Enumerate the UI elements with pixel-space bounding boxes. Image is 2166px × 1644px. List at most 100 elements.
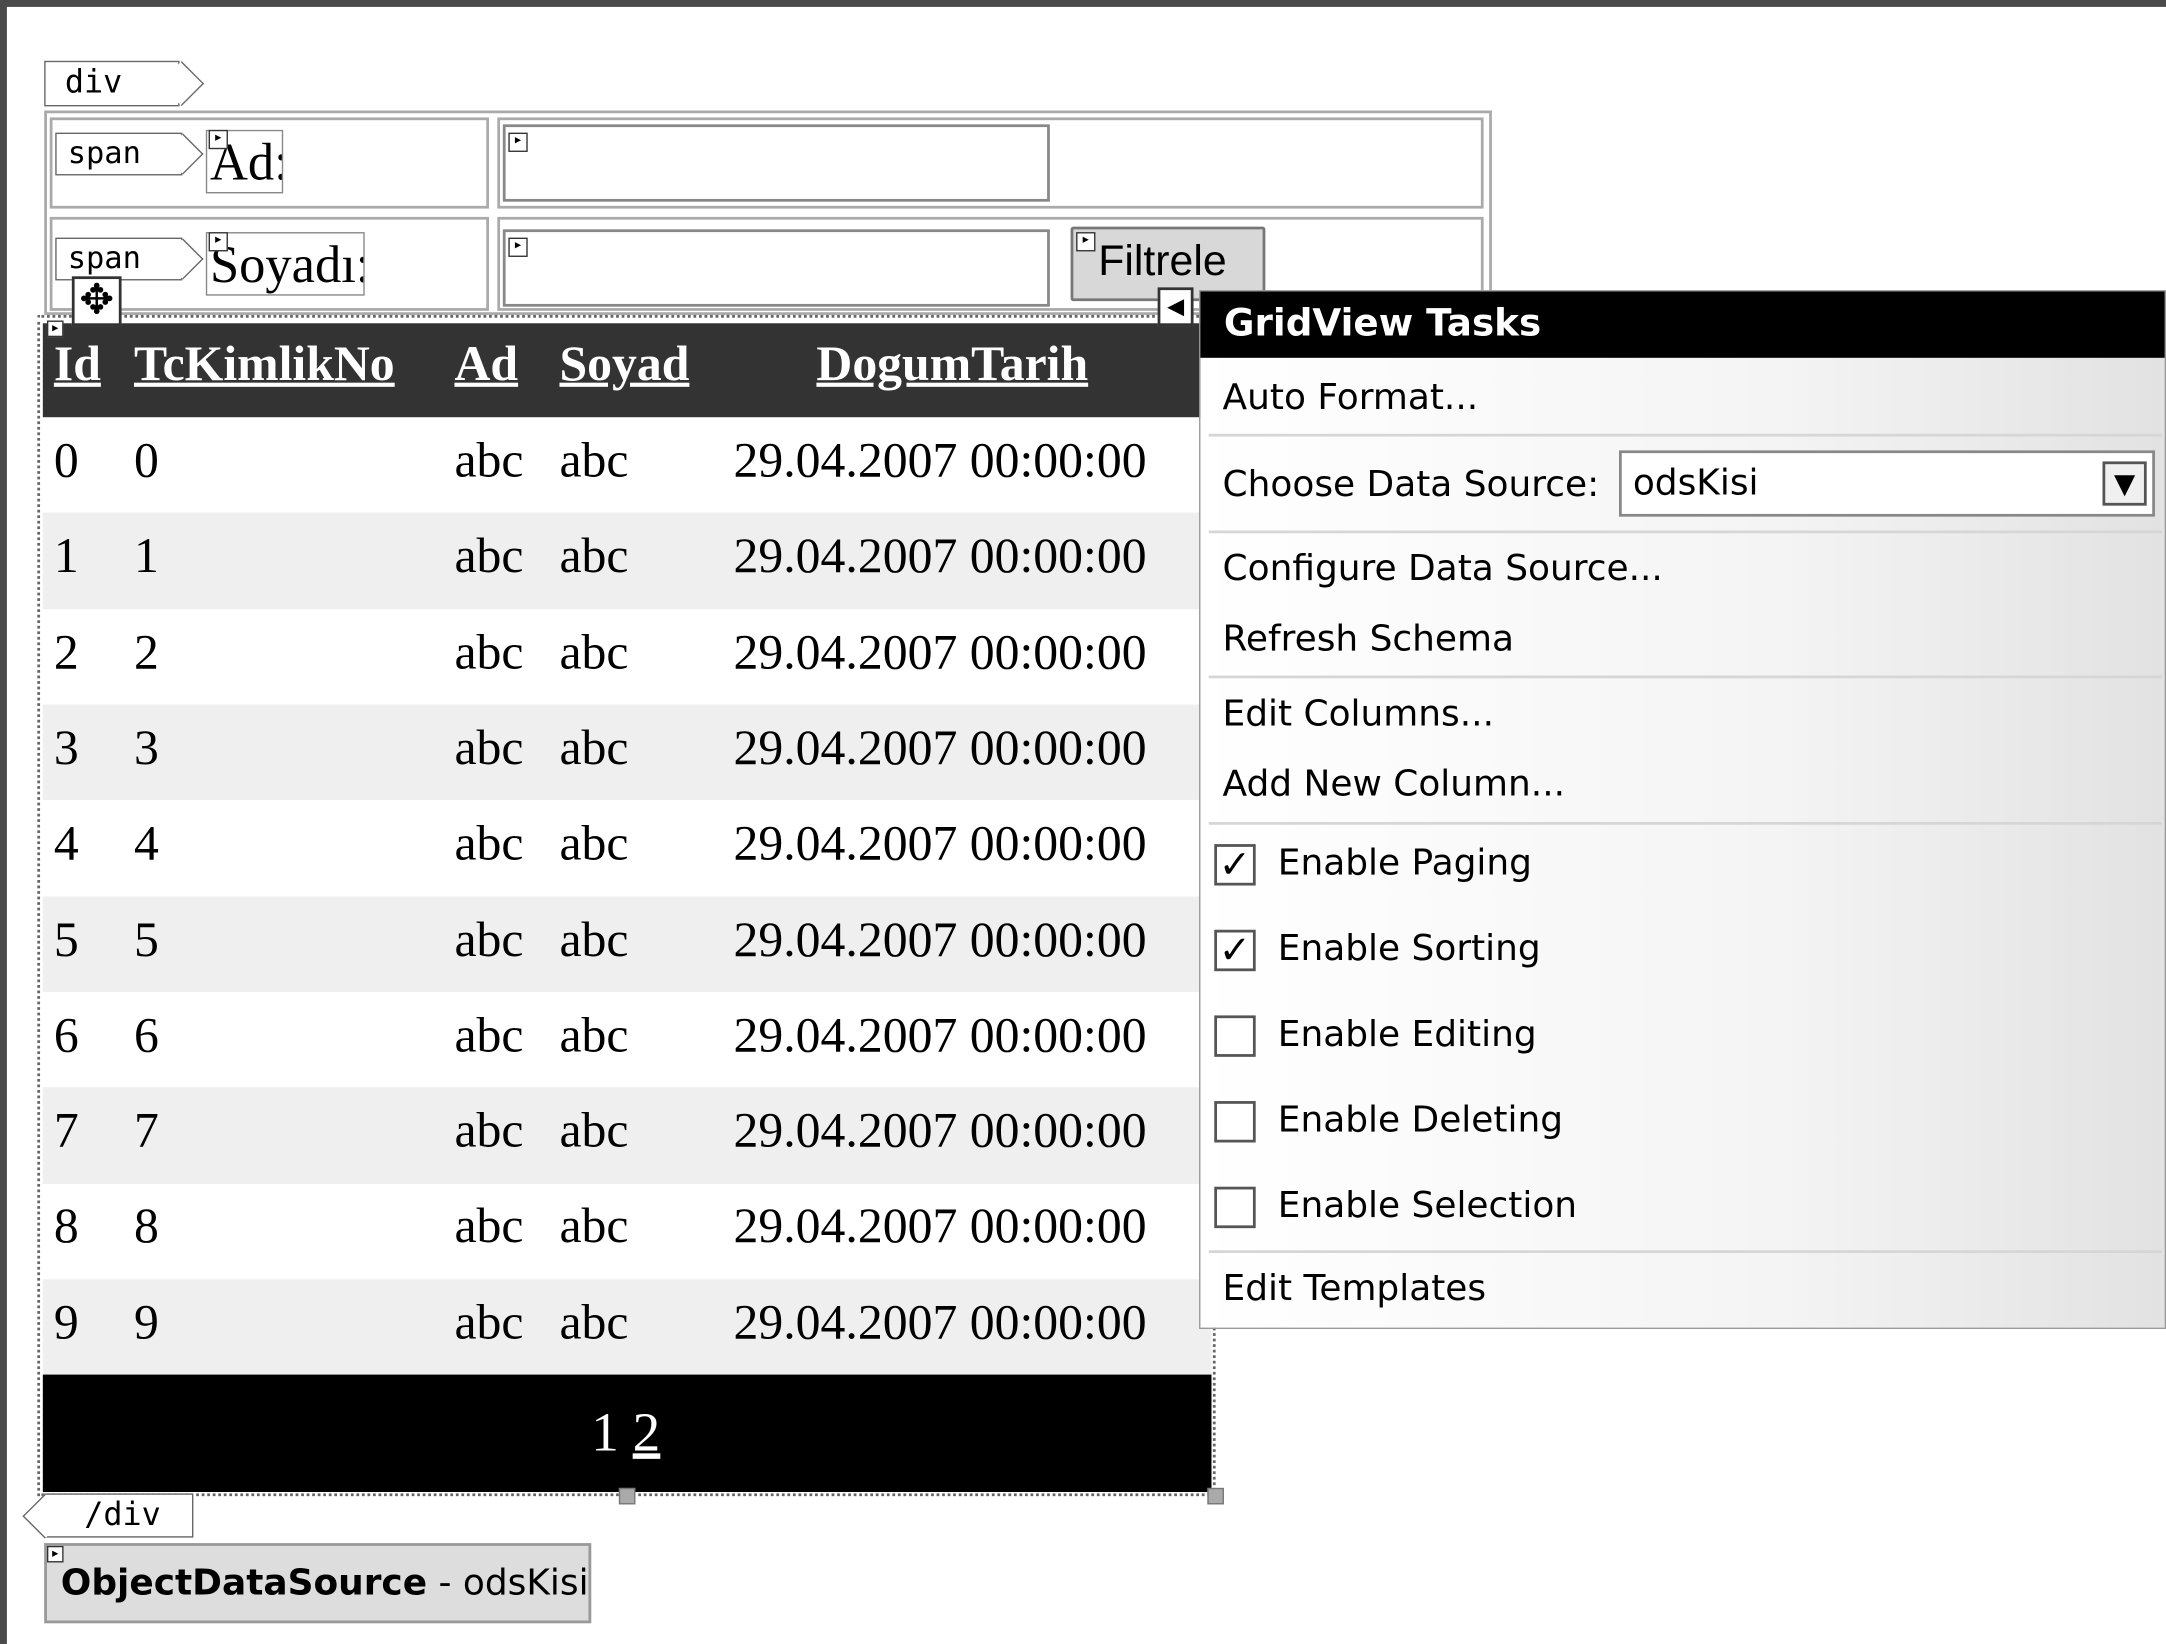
cell-ad: abc [454,1102,524,1158]
gridview-pager: 1 2 [42,1374,1212,1493]
edit-columns-link[interactable]: Edit Columns... [1223,694,1494,735]
cell-soyad: abc [559,1294,629,1350]
cell-tckimlikno: 2 [133,623,159,680]
table-row: 0 0 abc abc 29.04.2007 00:00:00 [43,417,1212,513]
checkbox-label[interactable]: Enable Deleting [1278,1100,1563,1141]
configure-data-source-link[interactable]: Configure Data Source... [1223,548,1663,589]
window-frame-top [0,0,2166,7]
separator [1208,433,2162,437]
checkbox-label[interactable]: Enable Editing [1278,1014,1537,1055]
column-header-ad[interactable]: Ad [454,334,518,392]
refresh-schema-link[interactable]: Refresh Schema [1223,619,1514,660]
cell-dogumtarih: 29.04.2007 00:00:00 [733,815,1147,871]
control-glyph-icon: ▸ [208,232,228,252]
data-source-select[interactable]: odsKisi ▼ [1619,450,2155,517]
separator [1208,821,2162,825]
checkbox-enable-deleting[interactable] [1214,1101,1256,1143]
auto-format-link[interactable]: Auto Format... [1223,377,1479,418]
column-header-id[interactable]: Id [54,334,101,392]
span-tag-soyadi[interactable]: span [55,237,183,281]
cell-tckimlikno: 9 [133,1294,159,1350]
cell-tckimlikno: 3 [133,719,159,775]
table-row: 3 3 abc abc 29.04.2007 00:00:00 [42,704,1212,801]
gridview-tasks-panel: GridView Tasks Auto Format... Choose Dat… [1199,290,2166,1330]
cell-ad: abc [454,815,524,871]
cell-ad: abc [454,719,524,775]
chevron-down-icon[interactable]: ▼ [2102,461,2147,506]
cell-tckimlikno: 1 [133,528,159,584]
div-close-tag[interactable]: /div [44,1493,194,1538]
cell-ad: abc [454,911,524,967]
cell-id: 4 [53,815,79,871]
choose-data-source-label: Choose Data Source: [1222,464,1600,506]
cell-soyad: abc [559,815,629,871]
column-header-dogumtarih[interactable]: DogumTarih [816,334,1088,392]
datasource-type: ObjectDataSource [60,1562,428,1604]
table-row: 2 2 abc abc 29.04.2007 00:00:00 [43,609,1212,705]
resize-grip-icon[interactable] [618,1487,636,1505]
table-row: 4 4 abc abc 29.04.2007 00:00:00 [43,800,1212,896]
resize-grip-icon[interactable] [1207,1487,1224,1505]
smart-tag-arrow-icon[interactable]: ◀ [1157,287,1194,327]
tasks-title: GridView Tasks [1200,291,2165,358]
cell-ad: abc [454,432,524,488]
cell-id: 0 [53,432,79,488]
move-handle-icon[interactable]: ✥ [71,276,122,327]
checkbox-enable-selection[interactable] [1214,1186,1256,1229]
soyadi-input[interactable] [502,229,1050,307]
cell-dogumtarih: 29.04.2007 00:00:00 [733,1198,1147,1254]
control-glyph-icon: ▸ [1076,232,1096,252]
gridview-header: Id TcKimlikNo Ad Soyad DogumTarih [42,323,1212,418]
cell-id: 8 [53,1198,79,1254]
cell-tckimlikno: 0 [133,432,159,488]
control-glyph-icon: ▸ [46,320,64,338]
cell-id: 6 [53,1006,79,1063]
checkbox-enable-editing[interactable] [1214,1015,1256,1057]
cell-id: 9 [53,1294,79,1350]
checkbox-label[interactable]: Enable Paging [1278,843,1532,884]
table-row: 8 8 abc abc 29.04.2007 00:00:00 [43,1183,1212,1279]
cell-id: 7 [53,1102,79,1158]
checkbox-enable-sorting[interactable]: ✓ [1214,929,1256,972]
cell-soyad: abc [559,1006,629,1063]
span-tag-ad[interactable]: span [55,132,183,176]
cell-dogumtarih: 29.04.2007 00:00:00 [733,1006,1147,1063]
ad-input[interactable] [502,124,1050,202]
cell-id: 1 [53,528,79,584]
cell-tckimlikno: 6 [133,1006,159,1063]
objectdatasource-control[interactable]: ObjectDataSource - odsKisi [44,1543,592,1624]
cell-soyad: abc [559,1102,629,1158]
div-open-tag[interactable]: div [44,60,180,107]
cell-id: 3 [53,719,79,775]
cell-dogumtarih: 29.04.2007 00:00:00 [733,528,1147,584]
cell-soyad: abc [559,528,629,584]
pager-page-2[interactable]: 2 [633,1399,661,1464]
checkbox-label[interactable]: Enable Selection [1278,1185,1577,1226]
cell-id: 5 [53,911,79,967]
control-glyph-icon: ▸ [508,237,528,257]
cell-tckimlikno: 7 [133,1102,159,1158]
cell-soyad: abc [559,719,629,775]
checkbox-enable-paging[interactable]: ✓ [1214,844,1256,886]
cell-dogumtarih: 29.04.2007 00:00:00 [733,719,1147,775]
cell-soyad: abc [559,911,629,967]
control-glyph-icon: ▸ [46,1545,64,1563]
control-glyph-icon: ▸ [208,129,228,150]
checkbox-label[interactable]: Enable Sorting [1278,928,1541,969]
separator [1208,530,2162,534]
cell-soyad: abc [559,1198,629,1254]
data-source-value: odsKisi [1632,462,1759,505]
column-header-tckimlikno[interactable]: TcKimlikNo [134,334,395,392]
cell-dogumtarih: 29.04.2007 00:00:00 [733,1102,1147,1158]
separator [1208,675,2162,679]
cell-tckimlikno: 8 [133,1198,159,1254]
add-new-column-link[interactable]: Add New Column... [1223,764,1566,805]
cell-ad: abc [454,528,524,584]
pager-page-1[interactable]: 1 [591,1399,619,1464]
column-header-soyad[interactable]: Soyad [559,334,689,392]
edit-templates-link[interactable]: Edit Templates [1223,1268,1487,1309]
cell-ad: abc [454,1006,524,1063]
table-row: 7 7 abc abc 29.04.2007 00:00:00 [42,1087,1212,1184]
cell-ad: abc [454,1294,524,1350]
cell-soyad: abc [559,623,629,680]
